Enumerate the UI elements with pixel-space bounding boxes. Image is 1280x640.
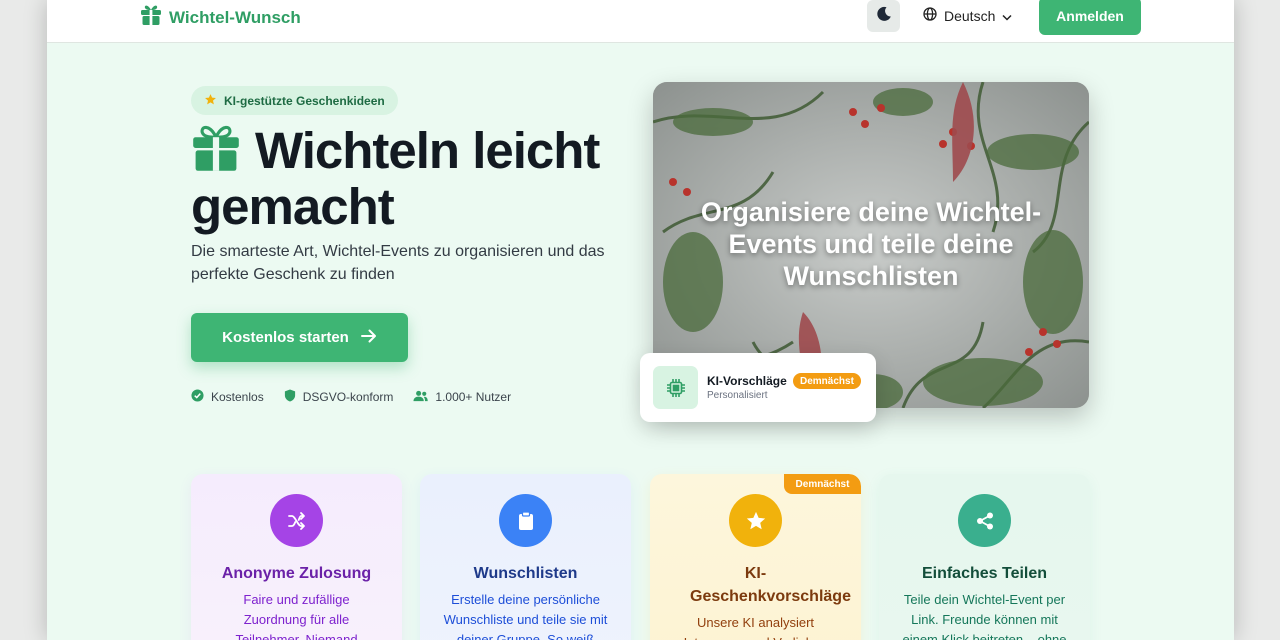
card-title: Anonyme Zulosung bbox=[221, 565, 372, 582]
feature-label: DSGVO-konform bbox=[302, 390, 394, 404]
arrow-right-icon bbox=[360, 329, 377, 347]
start-free-button[interactable]: Kostenlos starten bbox=[191, 313, 408, 362]
hero-title-text: Wichteln leicht gemacht bbox=[191, 122, 600, 235]
gift-icon bbox=[141, 4, 161, 31]
chevron-down-icon bbox=[1002, 8, 1012, 24]
feature-card-wishlists[interactable]: Wunschlisten Erstelle deine persönliche … bbox=[420, 474, 631, 640]
ai-card-subtitle: Personalisiert bbox=[707, 390, 768, 401]
feature-label: Kostenlos bbox=[211, 390, 264, 404]
login-button[interactable]: Anmelden bbox=[1039, 0, 1141, 35]
feature-card-anonymous-draw[interactable]: Anonyme Zulosung Faire und zufällige Zuo… bbox=[191, 474, 402, 640]
browser-window: Wichtel-Wunsch Deutsch Anmelden KI-gestü… bbox=[47, 0, 1234, 640]
feature-free: Kostenlos bbox=[191, 389, 264, 405]
brand-name: Wichtel-Wunsch bbox=[169, 7, 301, 27]
brand-logo[interactable]: Wichtel-Wunsch bbox=[141, 4, 301, 31]
feature-gdpr: DSGVO-konform bbox=[284, 389, 394, 405]
card-text: Erstelle deine persönliche Wunschliste u… bbox=[443, 592, 608, 640]
feature-label: 1.000+ Nutzer bbox=[435, 390, 512, 404]
top-navbar: Wichtel-Wunsch Deutsch Anmelden bbox=[47, 0, 1234, 43]
star-icon bbox=[729, 494, 782, 547]
feature-card-easy-sharing[interactable]: Einfaches Teilen Teile dein Wichtel-Even… bbox=[879, 474, 1090, 640]
users-icon bbox=[413, 390, 429, 405]
moon-icon bbox=[876, 6, 892, 27]
check-circle-icon bbox=[191, 389, 204, 405]
language-label: Deutsch bbox=[944, 7, 996, 24]
card-title: KI-Geschenkvorschläge bbox=[690, 565, 851, 605]
hero-image-caption: Organisiere deine Wichtel-Events und tei… bbox=[700, 197, 1042, 291]
ai-badge: KI-gestützte Geschenkideen bbox=[191, 86, 398, 115]
hero-subtitle: Die smarteste Art, Wichtel-Events zu org… bbox=[191, 243, 605, 283]
card-text: Unsere KI analysiert Interessen und Vorl… bbox=[684, 615, 828, 640]
ai-badge-label: KI-gestützte Geschenkideen bbox=[224, 93, 385, 108]
ai-card-title: KI-Vorschläge bbox=[707, 374, 787, 388]
language-selector[interactable]: Deutsch bbox=[923, 7, 1012, 24]
ai-suggestions-card: KI-Vorschläge Demnächst Personalisiert bbox=[640, 353, 876, 422]
start-free-label: Kostenlos starten bbox=[222, 329, 349, 346]
globe-icon bbox=[923, 7, 937, 24]
theme-toggle-button[interactable] bbox=[867, 0, 900, 32]
share-icon bbox=[958, 494, 1011, 547]
gift-icon bbox=[191, 124, 241, 181]
shuffle-icon bbox=[270, 494, 323, 547]
feature-users: 1.000+ Nutzer bbox=[413, 389, 511, 405]
coming-soon-ribbon: Demnächst bbox=[784, 474, 861, 494]
card-title: Wunschlisten bbox=[473, 565, 578, 582]
coming-soon-badge: Demnächst bbox=[793, 373, 861, 389]
card-text: Faire und zufällige Zuordnung für alle T… bbox=[235, 592, 358, 640]
chip-icon bbox=[653, 366, 698, 409]
card-title: Einfaches Teilen bbox=[921, 565, 1048, 582]
feature-card-ai-gift-suggestions[interactable]: Demnächst KI-Geschenkvorschläge Unsere K… bbox=[650, 474, 861, 640]
clipboard-icon bbox=[499, 494, 552, 547]
hero-title: Wichteln leicht gemacht bbox=[191, 124, 631, 233]
trust-features: Kostenlos DSGVO-konform 1.000+ Nutzer bbox=[191, 389, 511, 405]
shield-icon bbox=[284, 389, 296, 405]
star-icon bbox=[204, 93, 217, 109]
card-text: Teile dein Wichtel-Event per Link. Freun… bbox=[902, 592, 1067, 640]
